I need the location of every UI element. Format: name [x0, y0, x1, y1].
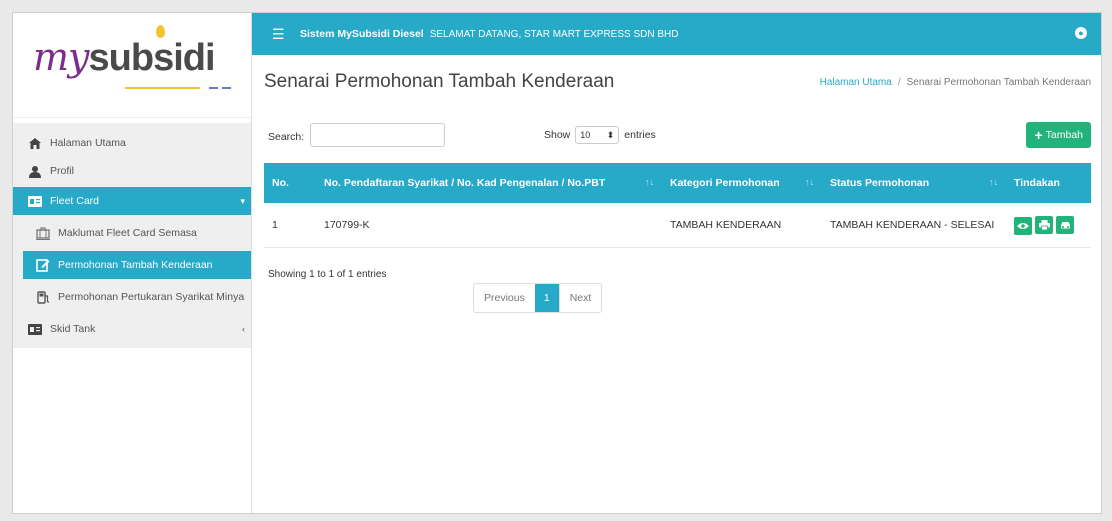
show-label: Show — [544, 129, 571, 141]
main-content: Senarai Permohonan Tambah Kenderaan Hala… — [252, 55, 1101, 513]
logo-dash — [222, 87, 231, 89]
edit-icon — [36, 258, 50, 272]
print-icon[interactable] — [1035, 215, 1053, 234]
entries-value: 10 — [580, 130, 591, 140]
page-title: Senarai Permohonan Tambah Kenderaan — [264, 71, 615, 92]
add-button[interactable]: + Tambah — [1026, 122, 1091, 148]
car-icon[interactable] — [1056, 216, 1074, 234]
sort-icon: ↑↓ — [805, 177, 814, 187]
column-header-actions: Tindakan — [1006, 163, 1091, 203]
cell-actions — [1006, 203, 1091, 248]
applications-table: No. No. Pendaftaran Syarikat / No. Kad P… — [264, 163, 1091, 248]
search-label: Search: — [268, 131, 305, 143]
table-header-row: No. No. Pendaftaran Syarikat / No. Kad P… — [264, 163, 1091, 203]
breadcrumb: Halaman Utama / Senarai Permohonan Tambah … — [820, 77, 1091, 88]
view-icon[interactable] — [1014, 216, 1032, 235]
welcome-text: SELAMAT DATANG, STAR MART EXPRESS SDN BH… — [429, 28, 679, 40]
logo-underline — [125, 87, 200, 89]
sidebar-item-fleet-card[interactable]: Fleet Card ▾ — [13, 187, 251, 215]
entries-label: entries — [624, 129, 656, 141]
cell-no: 1 — [264, 203, 316, 248]
gas-pump-icon — [36, 290, 50, 304]
table-row: 1 170799-K TAMBAH KENDERAAN TAMBAH KENDE… — [264, 203, 1091, 248]
add-button-label: Tambah — [1045, 129, 1083, 141]
app-window: mysubsidi Halaman Utama Profil Fleet Car… — [12, 12, 1102, 514]
sidebar-item-label: Halaman Utama — [50, 137, 126, 149]
table-info: Showing 1 to 1 of 1 entries — [268, 269, 387, 280]
plus-icon: + — [1034, 127, 1043, 143]
chevron-left-icon: ‹ — [242, 324, 245, 334]
column-header-status[interactable]: Status Permohonan ↑↓ — [822, 163, 1006, 203]
sort-updown-icon: ⬍ — [606, 129, 615, 140]
column-header-no[interactable]: No. — [264, 163, 316, 203]
entries-select[interactable]: 10 ⬍ — [575, 126, 620, 144]
sidebar-menu: Halaman Utama Profil Fleet Card ▾ Maklum… — [13, 123, 251, 348]
pagination: Previous 1 Next — [473, 283, 603, 313]
app-title: Sistem MySubsidi Diesel — [300, 28, 424, 40]
sidebar-item-label: Profil — [50, 165, 74, 177]
entries-length-control: Show 10 ⬍ entries — [544, 126, 656, 144]
logo: mysubsidi — [13, 13, 251, 118]
sidebar-item-skid-tank[interactable]: Skid Tank ‹ — [13, 315, 251, 343]
cell-status: TAMBAH KENDERAAN - SELESAI — [822, 203, 1006, 248]
id-card-icon — [28, 194, 42, 208]
column-header-registration[interactable]: No. Pendaftaran Syarikat / No. Kad Penge… — [316, 163, 662, 203]
column-header-category[interactable]: Kategori Permohonan ↑↓ — [662, 163, 822, 203]
sidebar-item-profil[interactable]: Profil — [13, 157, 251, 185]
sidebar-item-label: Maklumat Fleet Card Semasa — [58, 227, 197, 239]
sidebar-item-permohonan-pertukaran-syarikat[interactable]: Permohonan Pertukaran Syarikat Minya — [13, 283, 251, 311]
breadcrumb-separator: / — [897, 77, 901, 88]
previous-button[interactable]: Previous — [474, 284, 535, 312]
user-account-icon[interactable]: ● — [1075, 27, 1087, 39]
id-card-icon — [28, 322, 42, 336]
logo-dash — [209, 87, 218, 89]
home-icon — [28, 136, 42, 150]
sidebar-item-label: Fleet Card — [50, 195, 100, 207]
menu-icon[interactable]: ☰ — [272, 26, 286, 43]
sidebar-item-halaman-utama[interactable]: Halaman Utama — [13, 129, 251, 157]
cell-category: TAMBAH KENDERAAN — [662, 203, 822, 248]
logo-prefix: my — [33, 35, 90, 79]
chevron-down-icon: ▾ — [240, 195, 245, 206]
luggage-icon — [36, 226, 50, 240]
cell-registration: 170799-K — [316, 203, 662, 248]
logo-suffix: subsidi — [88, 37, 216, 79]
sidebar-item-label: Skid Tank — [50, 323, 96, 335]
breadcrumb-current: Senarai Permohonan Tambah Kenderaan — [906, 77, 1091, 88]
user-icon — [28, 164, 42, 178]
breadcrumb-home-link[interactable]: Halaman Utama — [820, 77, 892, 88]
sidebar-item-permohonan-tambah-kenderaan[interactable]: Permohonan Tambah Kenderaan — [23, 251, 251, 279]
top-bar: ☰ Sistem MySubsidi Diesel SELAMAT DATANG… — [252, 13, 1101, 55]
search-input[interactable] — [310, 123, 445, 147]
sidebar: mysubsidi Halaman Utama Profil Fleet Car… — [13, 13, 252, 513]
sidebar-item-label: Permohonan Tambah Kenderaan — [58, 259, 213, 271]
sidebar-item-label: Permohonan Pertukaran Syarikat Minya — [58, 291, 245, 303]
sort-asc-icon: ↑↓ — [645, 177, 654, 187]
next-button[interactable]: Next — [558, 284, 602, 312]
sort-icon: ↑↓ — [989, 177, 998, 187]
sidebar-item-maklumat-fleet-card[interactable]: Maklumat Fleet Card Semasa — [13, 219, 251, 247]
page-1-button[interactable]: 1 — [534, 284, 559, 312]
